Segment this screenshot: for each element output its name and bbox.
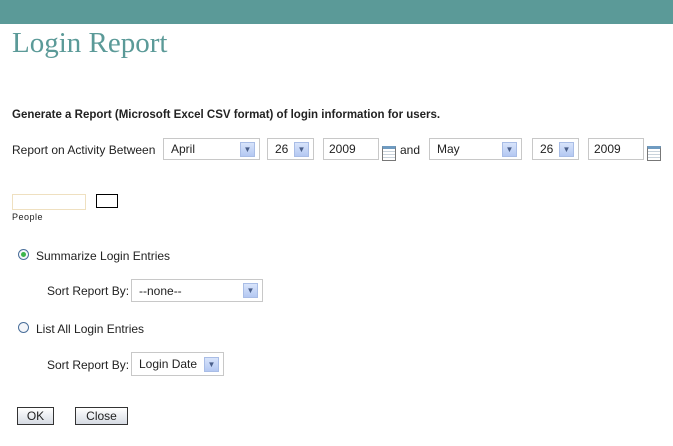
range-label: Report on Activity Between <box>12 143 156 157</box>
start-year-input[interactable]: 2009 <box>323 138 379 160</box>
list-all-sort-select[interactable]: Login Date ▼ <box>131 352 224 376</box>
summarize-sort-label: Sort Report By: <box>47 284 130 298</box>
chevron-down-icon: ▼ <box>243 283 258 298</box>
end-day-select[interactable]: 26 ▼ <box>532 138 579 160</box>
top-bar <box>0 0 673 24</box>
people-label: People <box>12 212 44 222</box>
description: Generate a Report (Microsoft Excel CSV f… <box>12 109 441 121</box>
and-label: and <box>400 143 421 157</box>
list-all-sort-label: Sort Report By: <box>47 358 130 372</box>
start-day-value: 26 <box>275 142 289 156</box>
radio-selected-dot <box>21 252 26 257</box>
close-button[interactable]: Close <box>75 407 128 425</box>
chevron-down-icon: ▼ <box>559 141 574 157</box>
chevron-down-icon: ▼ <box>240 141 255 157</box>
end-month-select[interactable]: May ▼ <box>429 138 522 160</box>
end-month-value: May <box>437 142 460 156</box>
chevron-down-icon: ▼ <box>502 141 517 157</box>
summarize-sort-value: --none-- <box>139 283 182 298</box>
chevron-down-icon: ▼ <box>294 141 309 157</box>
chevron-down-icon: ▼ <box>204 356 219 372</box>
start-day-select[interactable]: 26 ▼ <box>267 138 314 160</box>
ok-button[interactable]: OK <box>17 407 54 425</box>
calendar-icon[interactable] <box>382 146 396 161</box>
list-all-radio[interactable] <box>18 322 29 333</box>
list-all-label: List All Login Entries <box>36 322 145 336</box>
list-all-sort-value: Login Date <box>139 357 198 371</box>
start-month-value: April <box>171 142 196 156</box>
summarize-radio[interactable] <box>18 249 29 260</box>
end-year-input[interactable]: 2009 <box>588 138 644 160</box>
page-title: Login Report <box>12 27 168 59</box>
summarize-sort-select[interactable]: --none-- ▼ <box>131 279 263 302</box>
start-month-select[interactable]: April ▼ <box>163 138 260 160</box>
people-input[interactable] <box>12 194 86 210</box>
people-picker-button[interactable] <box>96 194 118 208</box>
end-day-value: 26 <box>540 142 554 156</box>
summarize-label: Summarize Login Entries <box>36 249 171 263</box>
calendar-icon[interactable] <box>647 146 661 161</box>
